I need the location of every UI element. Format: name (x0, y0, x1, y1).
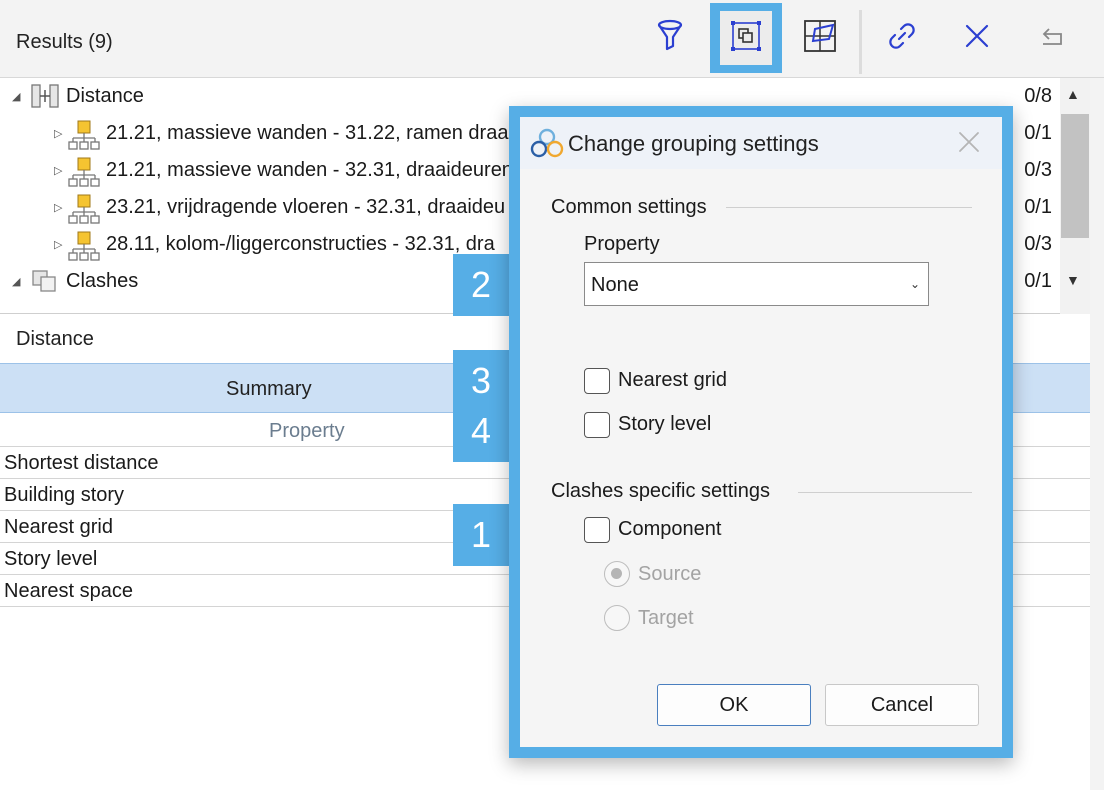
callout-badge: 1 (453, 504, 509, 566)
target-radio[interactable] (604, 605, 630, 631)
component-label[interactable]: Component (618, 518, 721, 541)
results-title: Results (9) (16, 31, 113, 53)
tree-node-count: 0/1 (1024, 270, 1052, 292)
collapse-arrow-icon[interactable]: ▷ (54, 164, 62, 177)
hierarchy-icon (68, 193, 100, 230)
tree-node-count: 0/3 (1024, 159, 1052, 181)
cancel-button[interactable]: Cancel (825, 684, 979, 726)
tree-node-count: 0/1 (1024, 122, 1052, 144)
tree-node-count: 0/8 (1024, 85, 1052, 107)
undo-icon (1039, 24, 1065, 53)
nearest-grid-checkbox[interactable] (584, 368, 610, 394)
dialog-title: Change grouping settings (568, 131, 819, 156)
story-level-checkbox[interactable] (584, 412, 610, 438)
source-label[interactable]: Source (638, 563, 701, 586)
tree-node-label: 21.21, massieve wanden - 32.31, draaideu… (106, 159, 513, 181)
dialog-highlight-frame: Change grouping settings Common settings… (509, 106, 1013, 758)
hierarchy-icon (68, 156, 100, 193)
collapse-arrow-icon[interactable]: ▷ (54, 201, 62, 214)
tree-scrollbar[interactable]: ▲ ▼ (1060, 78, 1090, 314)
tree-node-label: Clashes (66, 270, 139, 292)
expand-arrow-icon[interactable]: ◢ (12, 275, 20, 288)
link-button[interactable] (866, 3, 938, 73)
group-divider (798, 492, 972, 493)
undo-button[interactable] (1016, 3, 1088, 73)
right-panel-edge (1090, 78, 1104, 790)
toolbar-separator (859, 10, 862, 74)
grouping-settings-button[interactable] (710, 3, 782, 73)
collapse-arrow-icon[interactable]: ▷ (54, 238, 62, 251)
property-name: Shortest distance (4, 452, 159, 474)
property-name: Story level (4, 548, 98, 570)
clashes-settings-label: Clashes specific settings (551, 480, 770, 502)
clashes-group-icon (30, 267, 60, 300)
hierarchy-icon (68, 119, 100, 156)
tree-node-label: 21.21, massieve wanden - 31.22, ramen dr… (106, 122, 509, 144)
grouping-settings-icon (730, 20, 762, 57)
story-level-label[interactable]: Story level (618, 413, 711, 436)
component-checkbox[interactable] (584, 517, 610, 543)
scroll-thumb[interactable] (1061, 114, 1089, 238)
property-name: Building story (4, 484, 125, 506)
group-divider (726, 207, 972, 208)
properties-section-title: Distance (16, 328, 94, 350)
distance-group-icon (30, 82, 60, 115)
nearest-grid-label[interactable]: Nearest grid (618, 369, 727, 392)
property-field-label: Property (584, 233, 660, 255)
clear-button[interactable] (941, 3, 1013, 73)
tree-node-label: 23.21, vrijdragende vloeren - 32.31, dra… (106, 196, 506, 218)
filter-icon (655, 19, 685, 58)
close-icon (964, 23, 990, 54)
tree-node-label: 28.11, kolom-/liggerconstructies - 32.31… (106, 233, 495, 255)
ok-button[interactable]: OK (657, 684, 811, 726)
scroll-down-icon[interactable]: ▼ (1066, 272, 1080, 288)
callout-badge: 2 (453, 254, 509, 316)
common-settings-label: Common settings (551, 196, 707, 218)
link-icon (887, 21, 917, 56)
tree-node-count: 0/3 (1024, 233, 1052, 255)
expand-arrow-icon[interactable]: ◢ (12, 90, 20, 103)
filter-button[interactable] (634, 3, 706, 73)
chevron-down-icon: ⌄ (909, 277, 920, 291)
collapse-arrow-icon[interactable]: ▷ (54, 127, 62, 140)
property-select[interactable]: None ⌄ (584, 262, 929, 306)
hierarchy-icon (68, 230, 100, 267)
property-name: Nearest grid (4, 516, 113, 538)
dialog-titlebar: Change grouping settings (520, 117, 1002, 169)
scroll-up-icon[interactable]: ▲ (1066, 86, 1080, 102)
property-name: Nearest space (4, 580, 133, 602)
section-box-button[interactable] (784, 3, 856, 73)
callout-badge: 4 (453, 400, 509, 462)
source-radio[interactable] (604, 561, 630, 587)
property-header-label: Property (269, 420, 345, 442)
summary-label: Summary (226, 378, 312, 400)
change-grouping-dialog: Change grouping settings Common settings… (520, 117, 1002, 747)
tree-node-label: Distance (66, 85, 144, 107)
section-box-icon (803, 19, 837, 58)
results-toolbar: Results (9) (0, 0, 1104, 78)
tree-node-count: 0/1 (1024, 196, 1052, 218)
property-select-value: None (591, 274, 639, 296)
target-label[interactable]: Target (638, 607, 694, 630)
dialog-close-icon[interactable] (956, 129, 982, 160)
app-logo-icon (530, 127, 564, 164)
